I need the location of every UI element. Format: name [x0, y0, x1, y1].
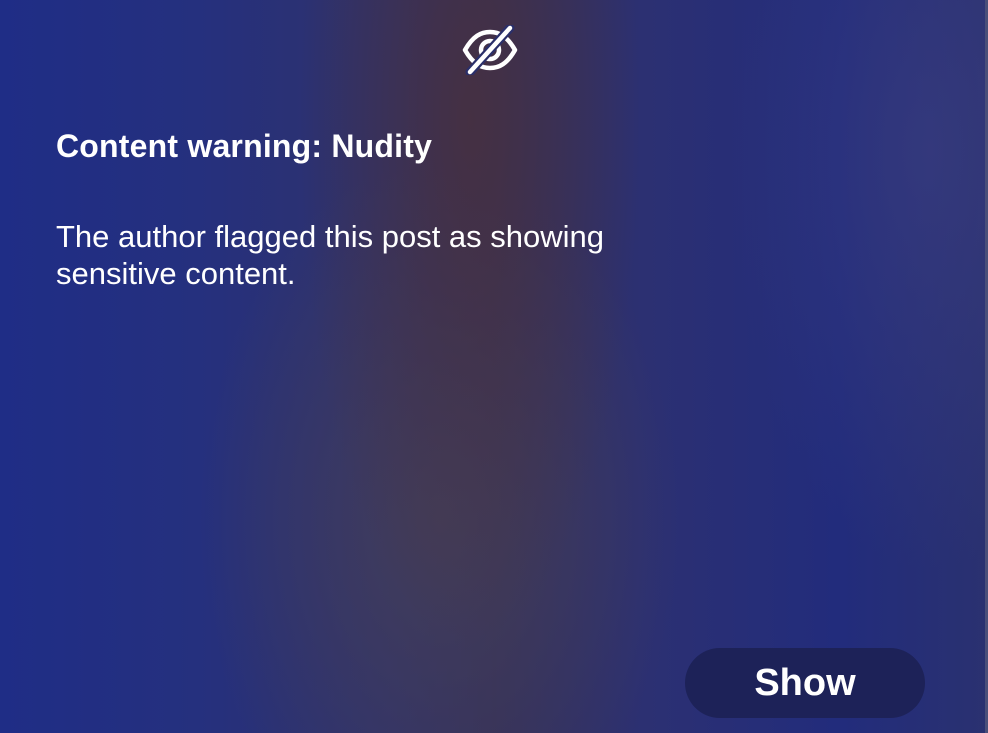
show-button[interactable]: Show: [685, 648, 925, 718]
content-warning-description: The author flagged this post as showing …: [56, 219, 605, 291]
content-warning-title: Content warning: Nudity: [56, 128, 433, 164]
eye-slash-icon: [461, 23, 519, 77]
blurred-media-background: [0, 0, 988, 733]
